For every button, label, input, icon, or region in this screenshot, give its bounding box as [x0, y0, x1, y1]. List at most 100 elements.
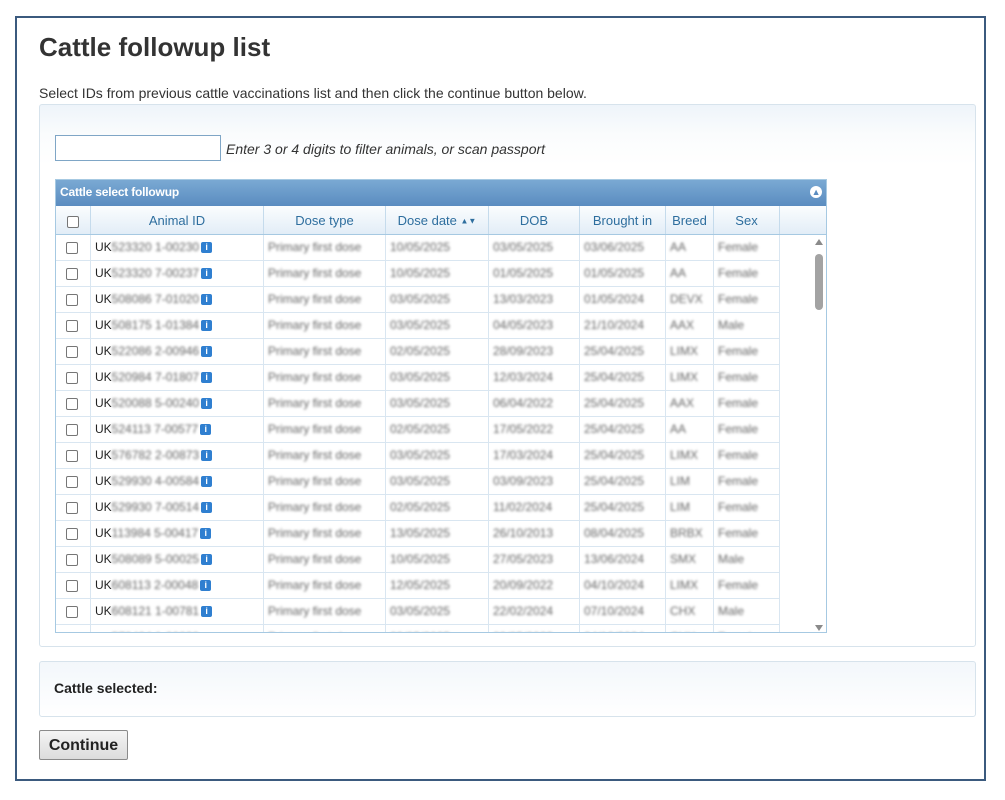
row-checkbox[interactable] [66, 579, 78, 592]
table-row[interactable]: UK523320 1-00230 i Primary first dose 10/05… [56, 235, 780, 261]
brought-in-cell: 25/04/2025 [580, 469, 666, 495]
dob-value: 17/05/2022 [493, 422, 554, 436]
dob-value: 13/03/2023 [493, 292, 554, 306]
row-checkbox[interactable] [66, 267, 78, 280]
scroll-up-icon[interactable] [815, 239, 823, 245]
info-icon[interactable]: i [201, 450, 213, 462]
dose-date-value: 03/05/2025 [390, 370, 451, 384]
continue-button[interactable]: Continue [39, 730, 128, 760]
table-row[interactable]: UK522086 2-00946 i Primary first dose 02/05… [56, 339, 780, 365]
animal-id-number: 520088 5-00240 [111, 396, 200, 410]
table-row[interactable]: UK576782 2-00873 i Primary first dose 03/05… [56, 443, 780, 469]
info-icon[interactable]: i [201, 268, 213, 280]
breed-value: LIM [670, 500, 691, 514]
row-checkbox[interactable] [66, 423, 78, 436]
select-all-checkbox[interactable] [67, 215, 79, 228]
info-icon[interactable]: i [200, 528, 212, 540]
row-checkbox[interactable] [66, 319, 78, 332]
row-select-cell [56, 469, 91, 495]
row-checkbox[interactable] [66, 475, 78, 488]
sex-cell: Female [714, 365, 780, 391]
row-checkbox[interactable] [66, 605, 78, 618]
column-header-dob[interactable]: DOB [489, 206, 580, 234]
row-checkbox[interactable] [66, 371, 78, 384]
info-icon[interactable]: i [201, 294, 213, 306]
table-row[interactable]: UK524113 7-00577 i Primary first dose 02/05… [56, 417, 780, 443]
table-row[interactable]: UK520088 5-00240 i Primary first dose 03/05… [56, 391, 780, 417]
dose-date-value: 03/05/2025 [390, 474, 451, 488]
dose-type-value: Primary first dose [268, 318, 362, 332]
breed-cell: CHX [666, 599, 714, 625]
row-checkbox[interactable] [66, 397, 78, 410]
table-row[interactable]: UK508086 7-01020 i Primary first dose 03/05… [56, 287, 780, 313]
dose-date-cell: 03/05/2025 [386, 469, 489, 495]
animal-id-prefix: UK [95, 422, 112, 436]
table-row[interactable]: UK529930 7-00514 i Primary first dose 02/05… [56, 495, 780, 521]
column-header-dose-date[interactable]: Dose date ▲▼ [386, 206, 489, 234]
dose-date-cell: 09/05/2025 [386, 625, 489, 632]
dose-type-cell: Primary first dose [264, 469, 386, 495]
info-icon[interactable]: i [201, 476, 213, 488]
dose-type-cell: Primary first dose [264, 391, 386, 417]
breed-cell: LIM [666, 469, 714, 495]
dob-cell: 03/05/2025 [489, 235, 580, 261]
dob-cell: 01/05/2025 [489, 261, 580, 287]
breed-cell: AA [666, 261, 714, 287]
animal-id-prefix: UK [95, 292, 112, 306]
brought-in-cell: 07/10/2024 [580, 599, 666, 625]
info-icon[interactable]: i [201, 632, 212, 633]
dob-value: 26/10/2013 [493, 526, 554, 540]
breed-value: CHX [670, 604, 696, 618]
info-icon[interactable]: i [201, 346, 213, 358]
animal-id-cell: UK523320 7-00237 i [91, 261, 264, 287]
sex-cell: Female [714, 235, 780, 261]
dob-value: 17/03/2024 [493, 448, 554, 462]
column-header-dose-type[interactable]: Dose type [264, 206, 386, 234]
table-row[interactable]: UK529930 4-00584 i Primary first dose 03/05… [56, 469, 780, 495]
row-checkbox[interactable] [66, 345, 78, 358]
info-icon[interactable]: i [200, 580, 212, 592]
animal-id-number: 508175 1-01384 [111, 318, 200, 332]
table-row[interactable]: UK508175 1-01384 i Primary first dose 03/05… [56, 313, 780, 339]
sex-value: Female [718, 474, 759, 488]
table-row[interactable]: UK520984 7-01807 i Primary first dose 03/05… [56, 365, 780, 391]
info-icon[interactable]: i [201, 554, 213, 566]
info-icon[interactable]: i [201, 242, 213, 254]
sex-value: Male [718, 552, 745, 566]
row-checkbox[interactable] [66, 527, 78, 540]
dose-type-value: Primary first dose [268, 474, 362, 488]
row-checkbox[interactable] [66, 501, 78, 514]
info-icon[interactable]: i [201, 398, 213, 410]
brought-in-cell: 21/10/2024 [580, 313, 666, 339]
animal-id-prefix: UK [95, 266, 112, 280]
filter-input[interactable] [55, 135, 221, 161]
row-checkbox[interactable] [66, 553, 78, 566]
info-icon[interactable]: i [201, 320, 213, 332]
scroll-thumb[interactable] [815, 254, 823, 310]
row-checkbox[interactable] [66, 293, 78, 306]
table-row[interactable]: UK523320 7-00237 i Primary first dose 10/05… [56, 261, 780, 287]
grid-scrollbar[interactable] [812, 235, 826, 632]
column-header-brought-in[interactable]: Brought in [580, 206, 666, 234]
dose-date-value: 03/05/2025 [390, 318, 451, 332]
scroll-down-icon[interactable] [815, 625, 823, 631]
row-checkbox[interactable] [66, 241, 78, 254]
row-checkbox[interactable] [66, 631, 78, 632]
info-icon[interactable]: i [201, 606, 213, 618]
row-select-cell [56, 313, 91, 339]
info-icon[interactable]: i [201, 502, 213, 514]
table-row[interactable]: UK608121 1-00781 i Primary first dose 03/05… [56, 599, 780, 625]
breed-value: LIMX [670, 370, 699, 384]
column-header-breed[interactable]: Breed [666, 206, 714, 234]
table-row[interactable]: UK508089 5-00025 i Primary first dose 10/05… [56, 547, 780, 573]
row-checkbox[interactable] [66, 449, 78, 462]
brought-in-value: 25/04/2025 [584, 500, 645, 514]
column-header-sex[interactable]: Sex [714, 206, 780, 234]
table-row[interactable]: UK570404 1-00820i Primary first dose 09/05… [56, 625, 780, 633]
collapse-icon[interactable]: ▲ [810, 186, 822, 198]
info-icon[interactable]: i [201, 372, 213, 384]
column-header-animal-id[interactable]: Animal ID [91, 206, 264, 234]
info-icon[interactable]: i [200, 424, 212, 436]
table-row[interactable]: UK113984 5-00417 i Primary first dose 13/05… [56, 521, 780, 547]
table-row[interactable]: UK608113 2-00048 i Primary first dose 12/05… [56, 573, 780, 599]
